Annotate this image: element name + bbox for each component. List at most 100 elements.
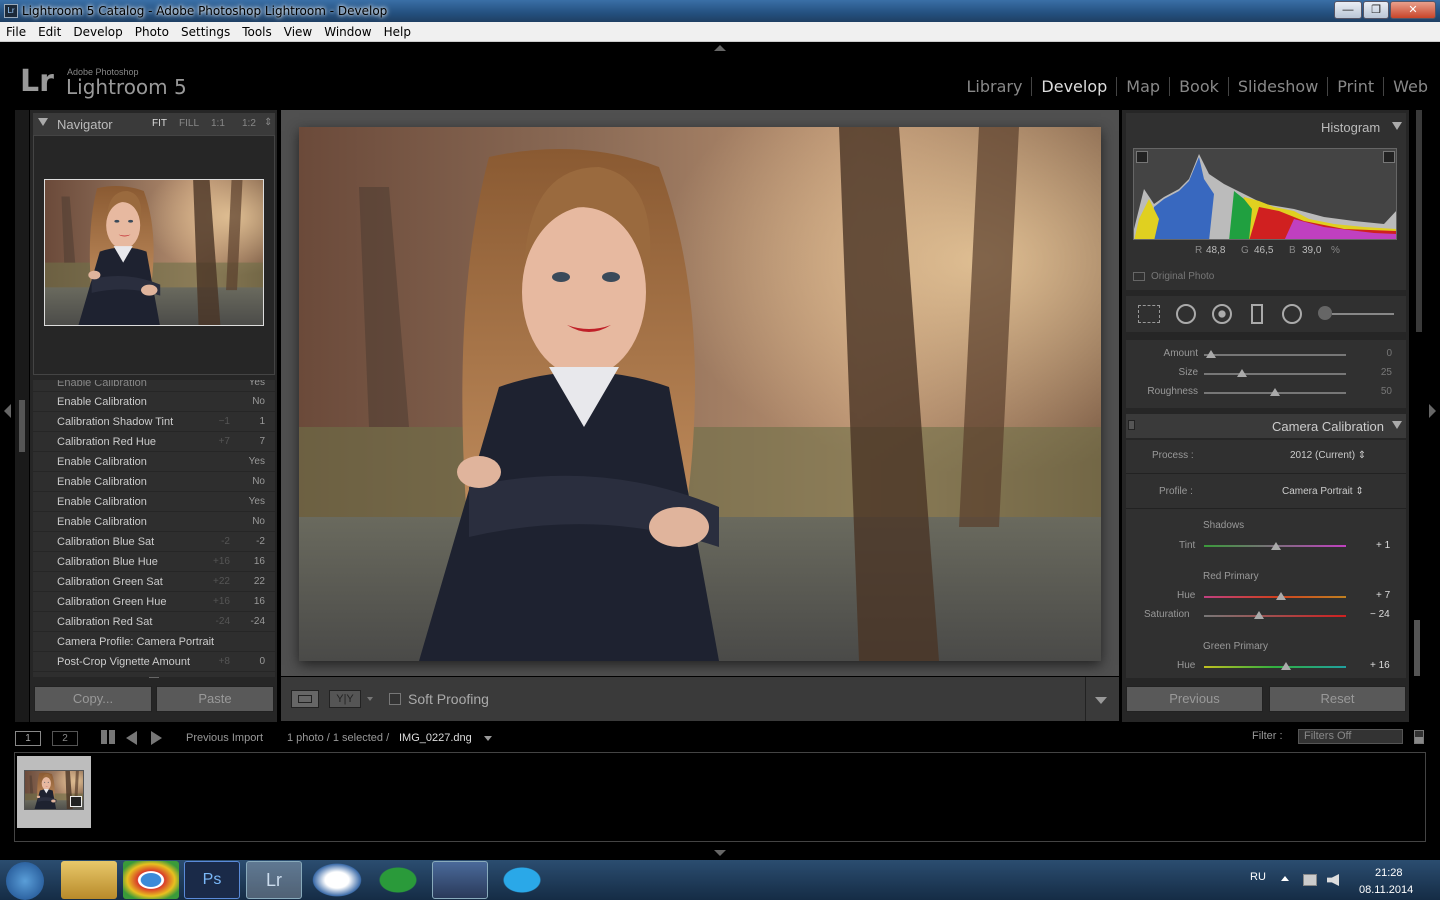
process-select[interactable]: 2012 (Current) ⇕ bbox=[1290, 450, 1366, 461]
tray-expand-icon[interactable] bbox=[1281, 876, 1289, 881]
spot-removal-icon[interactable] bbox=[1176, 304, 1196, 324]
filter-lock-icon[interactable] bbox=[1414, 730, 1424, 744]
lightroom-taskbar-icon[interactable]: Lr bbox=[246, 861, 302, 899]
collapse-triangle-icon[interactable] bbox=[38, 118, 48, 126]
history-item[interactable]: Calibration Red Hue +7 7 bbox=[33, 432, 275, 452]
right-panel-toggle-icon[interactable] bbox=[1429, 404, 1436, 418]
effect-slider-knob[interactable] bbox=[1237, 369, 1248, 377]
panel-switch-icon[interactable] bbox=[1128, 420, 1135, 430]
effect-value[interactable]: 50 bbox=[1381, 386, 1392, 397]
red-saturation-track[interactable] bbox=[1204, 615, 1346, 617]
effect-slider-track[interactable] bbox=[1204, 354, 1346, 356]
zoom-arrow-icon[interactable]: ⇕ bbox=[264, 117, 272, 128]
zoom-fit[interactable]: FIT bbox=[152, 118, 167, 129]
menu-photo[interactable]: Photo bbox=[129, 22, 175, 39]
red-eye-icon[interactable] bbox=[1212, 304, 1232, 324]
top-panel-toggle-icon[interactable] bbox=[714, 45, 726, 51]
red-saturation-slider[interactable] bbox=[1254, 611, 1265, 619]
shadow-tint-value[interactable]: + 1 bbox=[1376, 540, 1390, 551]
browser-taskbar-icon[interactable] bbox=[309, 861, 365, 899]
start-button-icon[interactable] bbox=[6, 862, 44, 900]
history-item[interactable]: Calibration Shadow Tint −1 1 bbox=[33, 412, 275, 432]
second-window-button[interactable]: 2 bbox=[52, 731, 78, 746]
clock-time[interactable]: 21:28 bbox=[1375, 867, 1403, 879]
history-item[interactable]: Camera Profile: Camera Portrait bbox=[33, 632, 275, 652]
reset-button[interactable]: Reset bbox=[1269, 686, 1406, 712]
minimize-button[interactable]: — bbox=[1334, 1, 1362, 19]
forward-arrow-icon[interactable] bbox=[151, 731, 162, 745]
radial-filter-icon[interactable] bbox=[1282, 304, 1302, 324]
left-panel-toggle-icon[interactable] bbox=[4, 404, 11, 418]
previous-button[interactable]: Previous bbox=[1126, 686, 1263, 712]
highlight-clipping-icon[interactable] bbox=[1383, 151, 1395, 163]
effect-value[interactable]: 25 bbox=[1381, 367, 1392, 378]
green-hue-slider[interactable] bbox=[1281, 662, 1292, 670]
close-button[interactable]: ✕ bbox=[1390, 1, 1436, 19]
module-library[interactable]: Library bbox=[957, 77, 1033, 96]
original-photo-icon[interactable] bbox=[1133, 272, 1145, 281]
soft-proofing-checkbox[interactable] bbox=[389, 693, 401, 705]
skype-taskbar-icon[interactable] bbox=[494, 861, 550, 899]
effect-slider-knob[interactable] bbox=[1206, 350, 1217, 358]
shadow-clipping-icon[interactable] bbox=[1136, 151, 1148, 163]
module-slideshow[interactable]: Slideshow bbox=[1228, 77, 1329, 96]
menu-settings[interactable]: Settings bbox=[175, 22, 236, 39]
utorrent-taskbar-icon[interactable] bbox=[370, 861, 426, 899]
clock-date[interactable]: 08.11.2014 bbox=[1359, 884, 1413, 896]
loupe-view-icon[interactable] bbox=[291, 690, 319, 708]
green-hue-track[interactable] bbox=[1204, 666, 1346, 668]
histogram-collapse-icon[interactable] bbox=[1392, 122, 1402, 130]
history-item[interactable]: Enable Calibration No bbox=[33, 392, 275, 412]
effect-value[interactable]: 0 bbox=[1386, 348, 1392, 359]
module-web[interactable]: Web bbox=[1384, 77, 1428, 96]
menu-edit[interactable]: Edit bbox=[32, 22, 67, 39]
photoshop-taskbar-icon[interactable]: Ps bbox=[184, 861, 240, 899]
crop-tool-icon[interactable] bbox=[1138, 305, 1160, 323]
graduated-filter-icon[interactable] bbox=[1251, 304, 1263, 324]
language-indicator[interactable]: RU bbox=[1250, 871, 1266, 883]
before-after-icon[interactable]: Y|Y bbox=[329, 690, 361, 708]
copy-button[interactable]: Copy... bbox=[34, 686, 152, 712]
history-item[interactable]: Calibration Green Hue +16 16 bbox=[33, 592, 275, 612]
module-book[interactable]: Book bbox=[1170, 77, 1229, 96]
history-item[interactable]: Calibration Blue Sat -2 -2 bbox=[33, 532, 275, 552]
history-item[interactable]: Calibration Blue Hue +16 16 bbox=[33, 552, 275, 572]
explorer-taskbar-icon[interactable] bbox=[61, 861, 117, 899]
menu-help[interactable]: Help bbox=[378, 22, 417, 39]
right-scrollbar[interactable] bbox=[1414, 620, 1420, 676]
filename[interactable]: IMG_0227.dng bbox=[399, 732, 472, 744]
module-print[interactable]: Print bbox=[1328, 77, 1385, 96]
chrome-taskbar-icon[interactable] bbox=[123, 861, 179, 899]
menu-window[interactable]: Window bbox=[318, 22, 377, 39]
history-item[interactable]: Post-Crop Vignette Amount +8 0 bbox=[33, 652, 275, 672]
source-label[interactable]: Previous Import bbox=[186, 732, 263, 744]
network-icon[interactable] bbox=[1303, 874, 1317, 886]
brush-slider[interactable] bbox=[1332, 313, 1394, 315]
effect-slider-knob[interactable] bbox=[1270, 388, 1280, 396]
bottom-panel-toggle-icon[interactable] bbox=[714, 850, 726, 856]
history-item[interactable]: Enable Calibration Yes bbox=[33, 452, 275, 472]
media-taskbar-icon[interactable] bbox=[432, 861, 488, 899]
grid-view-icon[interactable] bbox=[101, 730, 115, 744]
calibration-collapse-icon[interactable] bbox=[1392, 421, 1402, 429]
zoom-1-1[interactable]: 1:1 bbox=[211, 118, 225, 129]
module-map[interactable]: Map bbox=[1117, 77, 1171, 96]
shadow-tint-slider[interactable] bbox=[1271, 542, 1282, 550]
menu-develop[interactable]: Develop bbox=[67, 22, 128, 39]
zoom-1-2[interactable]: 1:2 bbox=[242, 118, 256, 129]
profile-select[interactable]: Camera Portrait ⇕ bbox=[1282, 486, 1364, 497]
menu-view[interactable]: View bbox=[278, 22, 318, 39]
history-item[interactable]: Enable Calibration Yes bbox=[33, 492, 275, 512]
paste-button[interactable]: Paste bbox=[156, 686, 274, 712]
history-item[interactable]: Enable Calibration No bbox=[33, 512, 275, 532]
red-hue-value[interactable]: + 7 bbox=[1376, 590, 1390, 601]
filter-select[interactable]: Filters Off bbox=[1298, 729, 1403, 744]
history-item[interactable]: Calibration Green Sat +22 22 bbox=[33, 572, 275, 592]
red-saturation-value[interactable]: − 24 bbox=[1370, 609, 1390, 620]
red-hue-slider[interactable] bbox=[1275, 592, 1286, 600]
main-photo[interactable] bbox=[299, 127, 1101, 661]
toolbar-menu-icon[interactable] bbox=[1095, 697, 1107, 704]
navigator-thumbnail[interactable] bbox=[44, 179, 264, 326]
filmstrip-cell[interactable] bbox=[17, 756, 91, 828]
before-after-dropdown-icon[interactable] bbox=[367, 697, 373, 701]
